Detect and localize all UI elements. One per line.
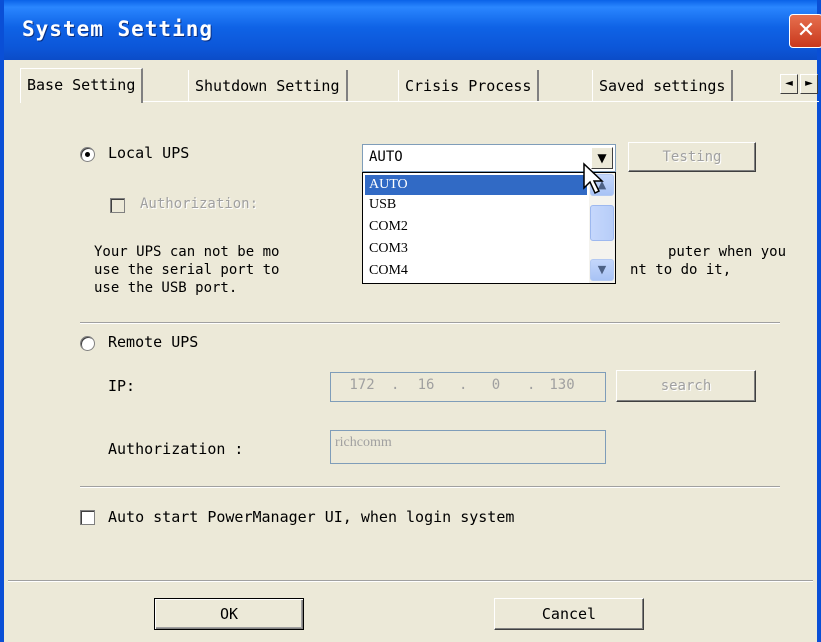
ok-button[interactable]: OK — [154, 598, 304, 630]
remote-authorization-field[interactable]: richcomm — [330, 430, 606, 464]
port-option-usb[interactable]: USB — [365, 195, 587, 215]
local-authorization-label: Authorization: — [140, 196, 259, 212]
local-authorization-checkbox[interactable] — [110, 198, 125, 213]
port-select[interactable]: AUTO ▼ — [362, 144, 616, 172]
port-option-com4[interactable]: COM4 — [365, 261, 587, 281]
tab-saved-settings[interactable]: Saved settings — [592, 70, 734, 102]
remote-ups-label: Remote UPS — [108, 333, 199, 351]
ip-octet-4: 130 — [549, 377, 575, 393]
tab-base-setting[interactable]: Base Setting — [20, 68, 144, 103]
ip-address-field[interactable]: 172 . 16 . 0 . 130 — [330, 372, 606, 402]
ip-separator: . — [391, 377, 400, 393]
scroll-down-icon[interactable]: ▼ — [590, 259, 614, 281]
note-line-2-right: nt to do it, — [630, 262, 732, 278]
port-option-com3[interactable]: COM3 — [365, 239, 587, 259]
note-line-3: use the USB port. — [94, 280, 238, 296]
close-button[interactable]: ✕ — [789, 14, 821, 48]
ip-octet-3: 0 — [491, 377, 501, 393]
section-divider — [80, 486, 780, 488]
mouse-pointer-icon — [583, 162, 604, 195]
system-setting-dialog: System Setting ✕ Base Setting Shutdown S… — [0, 0, 821, 642]
port-dropdown-list: AUTO USB COM2 COM3 COM4 ▲ ▼ — [362, 172, 616, 284]
footer-divider — [8, 580, 813, 582]
search-button[interactable]: search — [616, 370, 756, 402]
ip-octet-2: 16 — [417, 377, 435, 393]
title-bar[interactable]: System Setting ✕ — [4, 0, 821, 60]
note-line-1: Your UPS can not be mo — [94, 244, 280, 260]
port-option-com2[interactable]: COM2 — [365, 217, 587, 237]
tab-scroll-right-icon[interactable]: ► — [800, 74, 818, 94]
ip-separator: . — [459, 377, 468, 393]
auto-start-label: Auto start PowerManager UI, when login s… — [108, 508, 515, 526]
local-ups-label: Local UPS — [108, 144, 190, 162]
section-divider — [80, 322, 780, 324]
ip-label: IP: — [108, 377, 136, 395]
port-option-auto[interactable]: AUTO — [365, 175, 587, 195]
auto-start-checkbox[interactable] — [80, 510, 95, 525]
local-ups-radio[interactable] — [80, 147, 95, 162]
radio-selected-dot — [85, 152, 90, 157]
note-line-2: use the serial port to — [94, 262, 280, 278]
port-select-value: AUTO — [369, 149, 403, 165]
tab-scroll-left-icon[interactable]: ◄ — [780, 74, 798, 94]
cancel-button[interactable]: Cancel — [494, 598, 644, 630]
note-line-1-right: puter when you — [668, 244, 787, 260]
ip-octet-1: 172 — [349, 377, 375, 393]
scrollbar-thumb[interactable] — [590, 205, 614, 241]
window-title: System Setting — [22, 17, 214, 41]
ip-separator: . — [527, 377, 536, 393]
remote-ups-radio[interactable] — [80, 336, 95, 351]
remote-authorization-label: Authorization : — [108, 440, 244, 458]
tab-crisis-process[interactable]: Crisis Process — [398, 70, 540, 102]
tab-strip: Base Setting Shutdown Setting Crisis Pro… — [20, 68, 818, 103]
tab-shutdown-setting[interactable]: Shutdown Setting — [188, 70, 348, 102]
testing-button[interactable]: Testing — [628, 142, 756, 172]
